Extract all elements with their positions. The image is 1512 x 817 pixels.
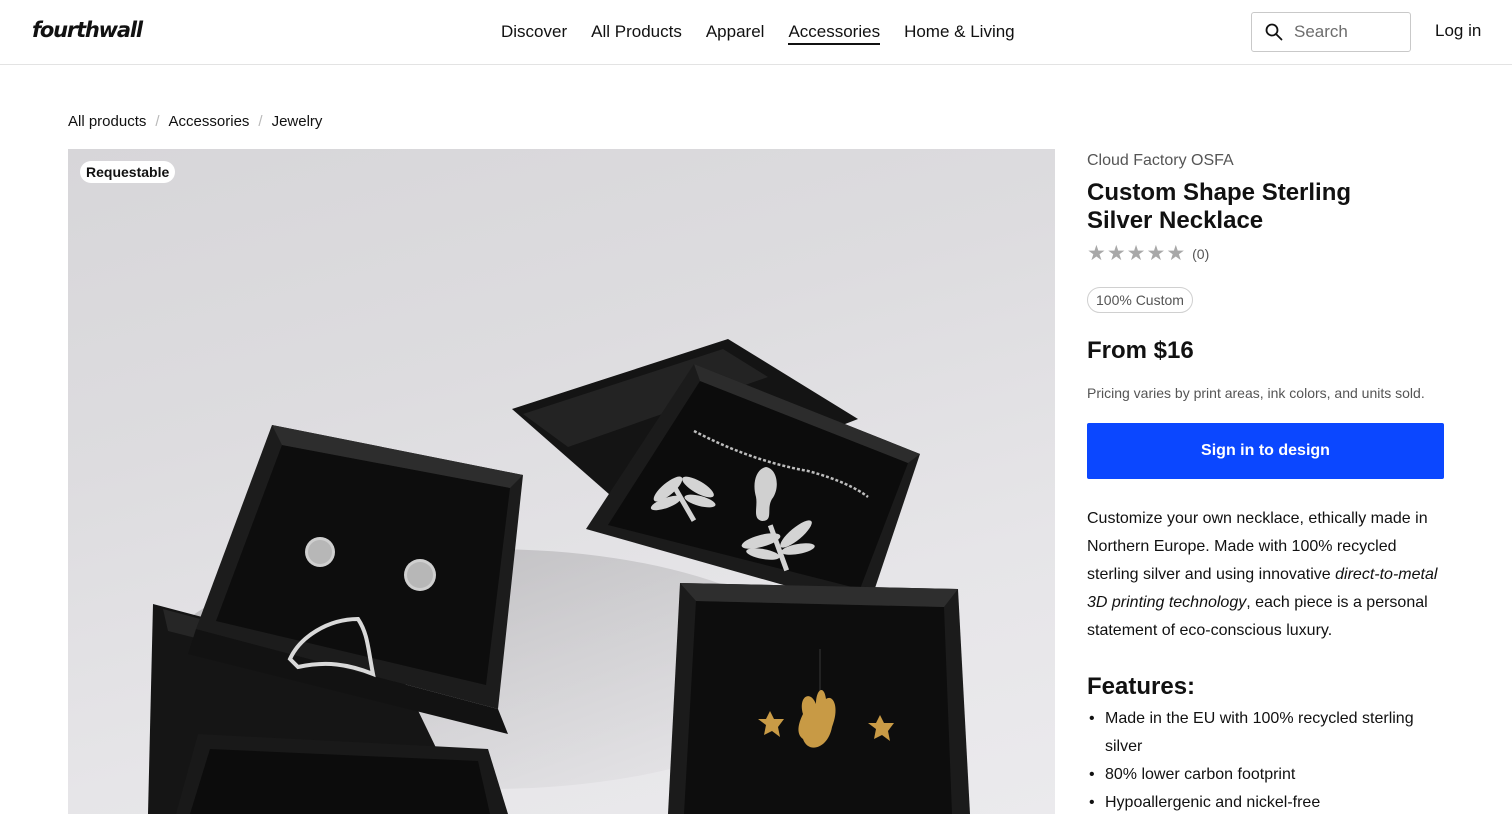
star-icon: ★	[1126, 242, 1146, 265]
logo[interactable]: fourthwall	[32, 18, 143, 42]
product-price: From $16	[1087, 337, 1194, 364]
jewelry-boxes-illustration	[148, 339, 970, 814]
main-nav: Discover All Products Apparel Accessorie…	[501, 0, 1039, 64]
product-brand[interactable]: Cloud Factory OSFA	[1087, 152, 1444, 170]
feature-item: Made in the EU with 100% recycled sterli…	[1087, 705, 1444, 761]
nav-apparel[interactable]: Apparel	[706, 0, 765, 64]
sign-in-to-design-button[interactable]: Sign in to design	[1087, 423, 1444, 479]
star-icon: ★	[1146, 242, 1166, 265]
feature-item: 80% lower carbon footprint	[1087, 761, 1444, 789]
search-input[interactable]	[1294, 22, 1404, 42]
nav-home-living[interactable]: Home & Living	[904, 0, 1015, 64]
breadcrumb-separator: /	[258, 113, 263, 130]
breadcrumb-all-products[interactable]: All products	[68, 113, 146, 130]
product-image[interactable]: Requestable	[68, 149, 1055, 814]
breadcrumb-accessories[interactable]: Accessories	[169, 113, 250, 130]
requestable-badge: Requestable	[80, 161, 176, 183]
login-link[interactable]: Log in	[1435, 21, 1481, 41]
features-heading: Features:	[1087, 673, 1196, 700]
breadcrumb: All products / Accessories / Jewelry	[68, 113, 322, 130]
rating-count: (0)	[1192, 246, 1210, 262]
nav-discover[interactable]: Discover	[501, 0, 567, 64]
search-icon	[1264, 22, 1284, 42]
breadcrumb-jewelry[interactable]: Jewelry	[272, 113, 323, 130]
nav-accessories[interactable]: Accessories	[788, 0, 880, 64]
features-list: Made in the EU with 100% recycled sterli…	[1087, 705, 1444, 817]
breadcrumb-separator: /	[155, 113, 160, 130]
search-box[interactable]	[1251, 12, 1411, 52]
feature-item: Hypoallergenic and nickel-free	[1087, 789, 1444, 817]
product-description: Customize your own necklace, ethically m…	[1087, 505, 1444, 645]
product-title: Custom Shape Sterling Silver Necklace	[1087, 179, 1352, 234]
site-header: fourthwall Discover All Products Apparel…	[0, 0, 1512, 65]
product-details: Cloud Factory OSFA Custom Shape Sterling…	[1087, 152, 1444, 817]
nav-all-products[interactable]: All Products	[591, 0, 682, 64]
product-rating[interactable]: ★ ★ ★ ★ ★ (0)	[1087, 243, 1444, 265]
star-icon: ★	[1106, 242, 1126, 265]
pricing-note: Pricing varies by print areas, ink color…	[1087, 385, 1425, 401]
star-icon: ★	[1087, 242, 1106, 265]
custom-tag: 100% Custom	[1087, 287, 1193, 313]
star-icon: ★	[1166, 242, 1186, 265]
